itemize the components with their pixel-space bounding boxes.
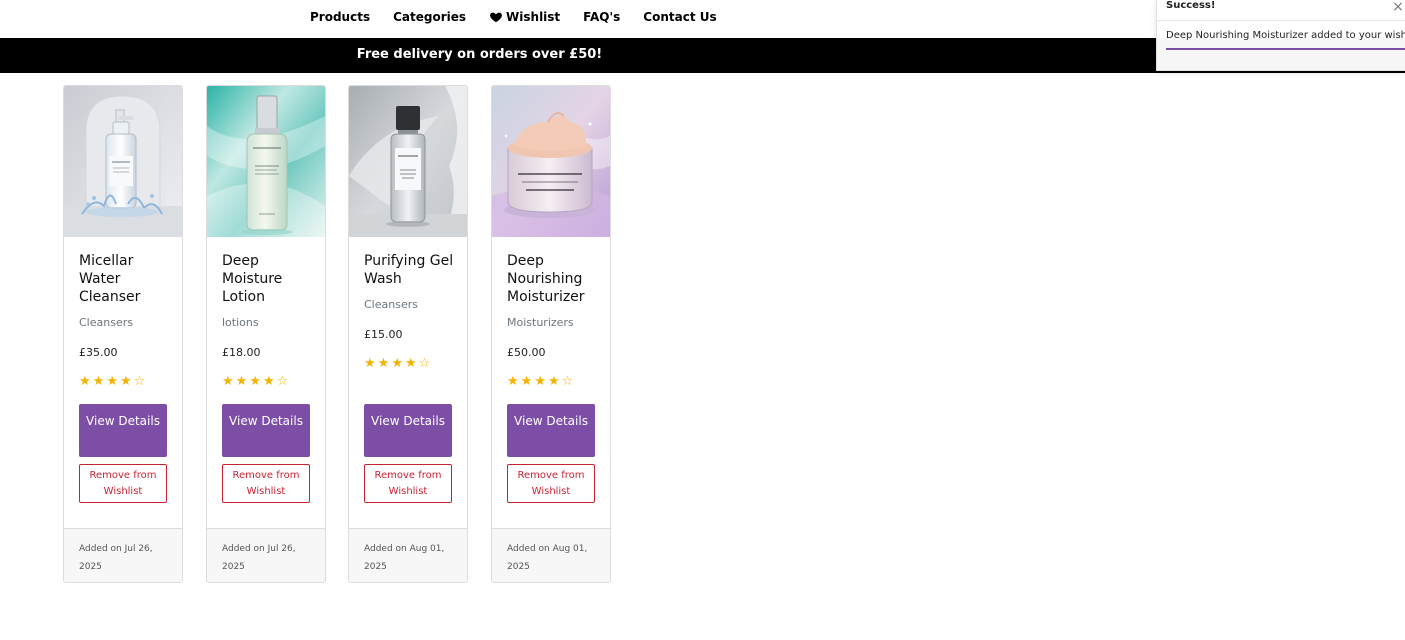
nav-products[interactable]: Products xyxy=(310,10,370,24)
product-price: £15.00 xyxy=(364,328,403,341)
star-empty-icon: ☆ xyxy=(276,374,289,389)
star-filled-icon: ★ xyxy=(222,374,234,389)
product-image-gel[interactable] xyxy=(349,86,467,237)
nav-products-label: Products xyxy=(310,10,371,24)
star-filled-icon: ★ xyxy=(235,374,248,389)
nav-wishlist-label: Wishlist xyxy=(506,10,561,24)
card-body: Deep Moisture Lotion lotions £18.00 ★ ★ ★ ★… xyxy=(222,252,314,503)
star-filled-icon: ★ xyxy=(377,356,390,371)
view-details-button[interactable]: View Details xyxy=(222,404,310,457)
product-category: Cleansers xyxy=(364,298,418,311)
star-rating: ★ ★ ★ ★ ☆ xyxy=(222,375,314,389)
wishlist-card: Deep Nourishing Moisturizer Moisturizers… xyxy=(491,85,611,583)
card-body: Micellar Water Cleanser Cleansers £35.00… xyxy=(79,252,171,503)
star-filled-icon: ★ xyxy=(106,374,118,389)
added-date: Added on Aug 01, 2025 xyxy=(507,544,588,572)
star-filled-icon: ★ xyxy=(391,356,403,371)
heart-icon xyxy=(490,12,502,23)
product-title: Deep Nourishing Moisturizer xyxy=(507,253,585,305)
nav-faqs[interactable]: FAQ's xyxy=(583,10,620,24)
toast-progress-bar xyxy=(1166,48,1405,50)
product-image-micellar[interactable] xyxy=(64,86,182,237)
toast-title: Success! xyxy=(1166,0,1216,11)
added-date: Added on Jul 26, 2025 xyxy=(222,544,296,572)
product-price: £18.00 xyxy=(222,346,261,359)
remove-from-wishlist-button[interactable]: Remove from Wishlist xyxy=(79,464,167,503)
nav-wishlist[interactable]: Wishlist xyxy=(489,10,560,24)
star-filled-icon: ★ xyxy=(92,374,105,389)
success-toast: Success! × Deep Nourishing Moisturizer a… xyxy=(1156,0,1405,71)
star-rating: ★ ★ ★ ★ ☆ xyxy=(364,357,456,371)
product-category: Moisturizers xyxy=(507,316,574,329)
star-rating: ★ ★ ★ ★ ☆ xyxy=(79,375,171,389)
star-filled-icon: ★ xyxy=(249,374,261,389)
product-image-lotion[interactable] xyxy=(207,86,325,237)
added-date: Added on Jul 26, 2025 xyxy=(79,544,153,572)
product-category: lotions xyxy=(222,316,259,329)
remove-from-wishlist-button[interactable]: Remove from Wishlist xyxy=(222,464,310,503)
remove-from-wishlist-button[interactable]: Remove from Wishlist xyxy=(507,464,595,503)
star-filled-icon: ★ xyxy=(364,356,376,371)
nav-categories[interactable]: Categories xyxy=(393,10,466,24)
star-rating: ★ ★ ★ ★ ☆ xyxy=(507,375,599,389)
nav-faqs-label: FAQ's xyxy=(583,10,621,24)
wishlist-card: Purifying Gel Wash Cleansers £15.00 ★ ★ ★ ★… xyxy=(348,85,468,583)
nav-categories-label: Categories xyxy=(393,10,467,24)
star-filled-icon: ★ xyxy=(119,374,132,389)
star-empty-icon: ☆ xyxy=(418,356,431,371)
nav-contact-label: Contact Us xyxy=(643,10,717,24)
view-details-button[interactable]: View Details xyxy=(507,404,595,457)
card-footer: Added on Aug 01, 2025 xyxy=(349,528,467,582)
view-details-button[interactable]: View Details xyxy=(364,404,452,457)
star-empty-icon: ☆ xyxy=(561,374,574,389)
toast-header: Success! × xyxy=(1157,0,1405,21)
toast-message: Deep Nourishing Moisturizer added to you… xyxy=(1166,30,1405,41)
star-empty-icon: ☆ xyxy=(133,374,146,389)
star-filled-icon: ★ xyxy=(79,374,91,389)
nav-links: Products Categories Wishlist FAQ's Conta… xyxy=(310,10,740,24)
star-filled-icon: ★ xyxy=(404,356,417,371)
card-footer: Added on Aug 01, 2025 xyxy=(492,528,610,582)
product-title: Micellar Water Cleanser xyxy=(79,253,141,305)
star-filled-icon: ★ xyxy=(534,374,546,389)
star-filled-icon: ★ xyxy=(520,374,533,389)
promo-text: Free delivery on orders over £50! xyxy=(356,47,603,62)
card-body: Deep Nourishing Moisturizer Moisturizers… xyxy=(507,252,599,503)
product-price: £50.00 xyxy=(507,346,546,359)
product-category: Cleansers xyxy=(79,316,133,329)
star-filled-icon: ★ xyxy=(262,374,275,389)
product-title: Purifying Gel Wash xyxy=(364,253,454,287)
card-footer: Added on Jul 26, 2025 xyxy=(64,528,182,582)
nav-contact[interactable]: Contact Us xyxy=(643,10,716,24)
product-price: £35.00 xyxy=(79,346,118,359)
wishlist-card: Deep Moisture Lotion lotions £18.00 ★ ★ ★ ★… xyxy=(206,85,326,583)
view-details-button[interactable]: View Details xyxy=(79,404,167,457)
card-footer: Added on Jul 26, 2025 xyxy=(207,528,325,582)
product-title: Deep Moisture Lotion xyxy=(222,253,283,305)
star-filled-icon: ★ xyxy=(507,374,519,389)
remove-from-wishlist-button[interactable]: Remove from Wishlist xyxy=(364,464,452,503)
star-filled-icon: ★ xyxy=(547,374,560,389)
close-icon[interactable]: × xyxy=(1391,0,1405,15)
card-body: Purifying Gel Wash Cleansers £15.00 ★ ★ ★ ★… xyxy=(364,252,456,503)
product-image-cream[interactable] xyxy=(492,86,610,237)
added-date: Added on Aug 01, 2025 xyxy=(364,544,445,572)
wishlist-card: Micellar Water Cleanser Cleansers £35.00… xyxy=(63,85,183,583)
